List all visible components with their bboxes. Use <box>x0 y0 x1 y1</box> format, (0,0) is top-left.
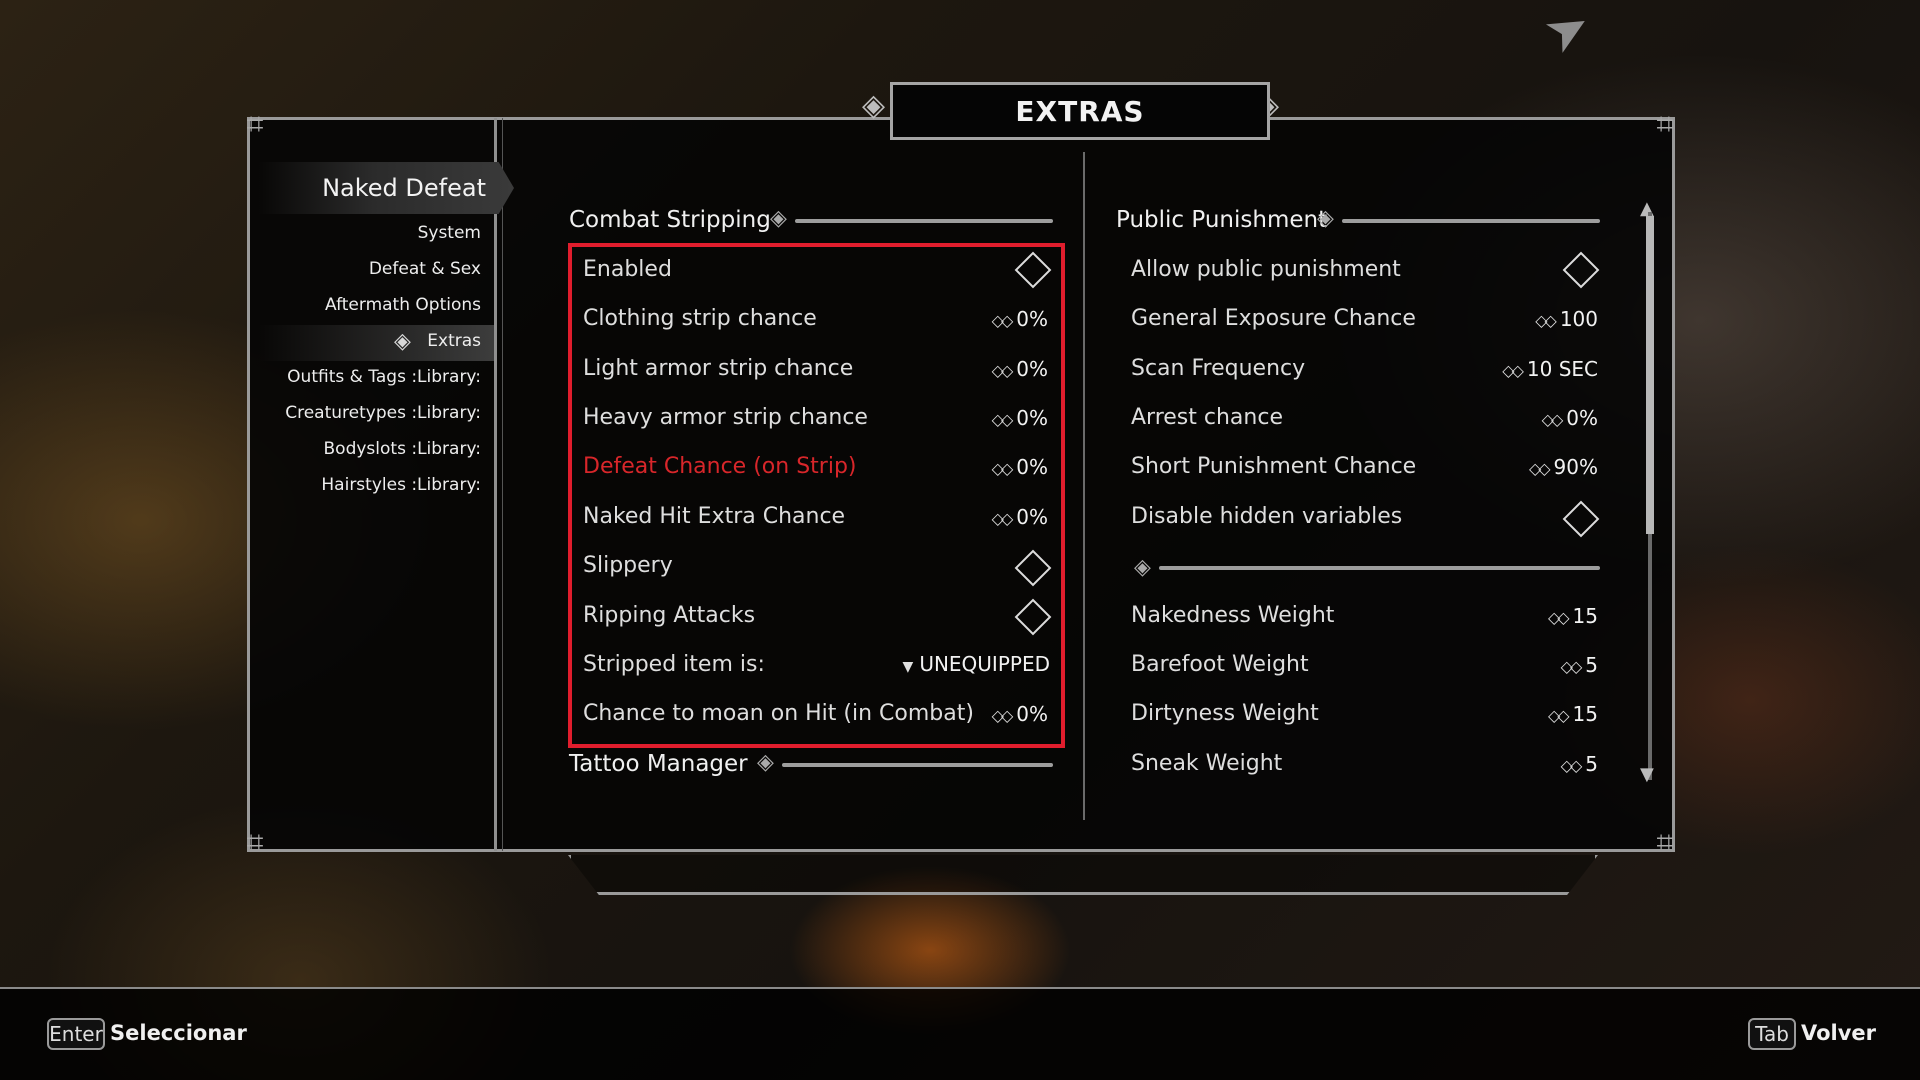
mod-name-banner[interactable]: Naked Defeat <box>258 162 514 214</box>
header-ornament-icon: ◈ <box>757 750 774 775</box>
slider-icon: ◇◇ <box>1560 756 1583 775</box>
header-ornament-icon: ◈ <box>770 206 787 231</box>
slider-icon: ◇◇ <box>1528 459 1551 478</box>
scroll-down-arrow-icon[interactable]: ▼ <box>1640 764 1654 785</box>
mod-name: Naked Defeat <box>322 174 486 202</box>
slider-icon: ◇◇ <box>991 706 1014 725</box>
option-slippery-label: Slippery <box>583 553 673 578</box>
sidebar-item-bodyslots[interactable]: Bodyslots :Library: <box>324 439 481 459</box>
sidebar-item-extras[interactable]: Extras <box>427 331 481 351</box>
option-heavy-armor-label: Heavy armor strip chance <box>583 405 868 430</box>
panel-bottom-tab <box>568 855 1598 895</box>
option-light-armor-label: Light armor strip chance <box>583 356 854 381</box>
slider-icon: ◇◇ <box>991 410 1014 429</box>
sidebar-item-outfits-tags[interactable]: Outfits & Tags :Library: <box>287 367 481 387</box>
sidebar-item-defeat-sex[interactable]: Defeat & Sex <box>369 259 481 279</box>
enter-key-icon[interactable]: Enter <box>47 1018 105 1050</box>
select-label[interactable]: Seleccionar <box>110 1021 247 1045</box>
option-sneak-weight-label: Sneak Weight <box>1131 751 1283 776</box>
option-arrest-chance-value[interactable]: ◇◇ 0% <box>1542 406 1598 430</box>
mouse-cursor-icon: ➤ <box>1533 0 1602 67</box>
sidebar-item-system[interactable]: System <box>418 223 481 243</box>
corner-ornament-icon: ⌗ <box>1656 107 1674 142</box>
sidebar-item-aftermath-options[interactable]: Aftermath Options <box>325 295 481 315</box>
title-ornament-left-icon: ◈ <box>862 88 886 123</box>
section-rule <box>782 763 1053 767</box>
bottom-button-bar <box>0 989 1920 1080</box>
option-barefoot-weight-value[interactable]: ◇◇ 5 <box>1561 653 1598 677</box>
option-dirtyness-weight-label: Dirtyness Weight <box>1131 701 1319 726</box>
option-general-exposure-value[interactable]: ◇◇ 100 <box>1535 307 1598 331</box>
corner-ornament-icon: ⌗ <box>246 107 264 142</box>
section-divider-rule <box>1159 566 1600 570</box>
option-arrest-chance-label: Arrest chance <box>1131 405 1283 430</box>
slider-icon: ◇◇ <box>1502 361 1524 380</box>
corner-ornament-icon: ⌗ <box>1656 825 1674 860</box>
scrollbar-thumb[interactable] <box>1646 216 1654 534</box>
option-dirtyness-weight-value[interactable]: ◇◇ 15 <box>1548 702 1598 726</box>
selected-page-icon: ◈ <box>394 329 411 354</box>
sidebar-item-creaturetypes[interactable]: Creaturetypes :Library: <box>285 403 481 423</box>
option-scan-frequency-label: Scan Frequency <box>1131 356 1306 381</box>
option-clothing-strip-label: Clothing strip chance <box>583 306 817 331</box>
slider-icon: ◇◇ <box>1541 410 1564 429</box>
section-header-public-punishment: Public Punishment <box>1116 207 1328 233</box>
sidebar-divider <box>494 118 497 851</box>
triangle-down-icon: ▼ <box>902 659 914 675</box>
option-stripped-item-label: Stripped item is: <box>583 652 765 677</box>
option-short-punishment-label: Short Punishment Chance <box>1131 454 1417 479</box>
option-nakedness-weight-value[interactable]: ◇◇ 15 <box>1548 604 1598 628</box>
section-rule <box>1342 219 1600 223</box>
slider-icon: ◇◇ <box>1535 311 1557 330</box>
slider-icon: ◇◇ <box>1547 608 1570 627</box>
slider-icon: ◇◇ <box>991 361 1014 380</box>
option-naked-hit-value[interactable]: ◇◇ 0% <box>992 505 1048 529</box>
page-title: EXTRAS <box>1015 94 1145 128</box>
option-naked-hit-label: Naked Hit Extra Chance <box>583 504 846 529</box>
option-defeat-chance-value[interactable]: ◇◇ 0% <box>992 455 1048 479</box>
option-allow-public-punishment-label: Allow public punishment <box>1131 257 1401 282</box>
page-title-box: EXTRAS <box>890 82 1270 140</box>
option-stripped-item-value[interactable]: ▼ UNEQUIPPED <box>903 652 1050 676</box>
header-ornament-icon: ◈ <box>1317 206 1334 231</box>
slider-icon: ◇◇ <box>991 509 1014 528</box>
section-rule <box>795 219 1053 223</box>
corner-ornament-icon: ⌗ <box>246 825 264 860</box>
header-ornament-icon: ◈ <box>1134 555 1151 580</box>
option-defeat-chance-label: Defeat Chance (on Strip) <box>583 454 857 479</box>
option-clothing-strip-value[interactable]: ◇◇ 0% <box>992 307 1048 331</box>
option-scan-frequency-value[interactable]: ◇◇ 10 SEC <box>1502 357 1598 381</box>
option-nakedness-weight-label: Nakedness Weight <box>1131 603 1335 628</box>
option-light-armor-value[interactable]: ◇◇ 0% <box>992 357 1048 381</box>
section-header-tattoo-manager: Tattoo Manager <box>569 751 748 777</box>
option-ripping-attacks-label: Ripping Attacks <box>583 603 756 628</box>
option-heavy-armor-value[interactable]: ◇◇ 0% <box>992 406 1048 430</box>
option-moan-chance-label: Chance to moan on Hit (in Combat) <box>583 701 974 726</box>
sidebar-divider-inner <box>502 118 503 851</box>
option-general-exposure-label: General Exposure Chance <box>1131 306 1416 331</box>
tab-key-icon[interactable]: Tab <box>1748 1018 1796 1050</box>
option-disable-hidden-variables-label: Disable hidden variables <box>1131 504 1403 529</box>
option-sneak-weight-value[interactable]: ◇◇ 5 <box>1561 752 1598 776</box>
slider-icon: ◇◇ <box>991 459 1014 478</box>
back-label[interactable]: Volver <box>1801 1021 1876 1045</box>
slider-icon: ◇◇ <box>1560 657 1583 676</box>
option-barefoot-weight-label: Barefoot Weight <box>1131 652 1309 677</box>
column-divider <box>1083 152 1085 820</box>
sidebar-item-hairstyles[interactable]: Hairstyles :Library: <box>321 475 481 495</box>
option-enabled-label: Enabled <box>583 257 672 282</box>
slider-icon: ◇◇ <box>991 311 1014 330</box>
option-moan-chance-value[interactable]: ◇◇ 0% <box>992 702 1048 726</box>
option-short-punishment-value[interactable]: ◇◇ 90% <box>1529 455 1598 479</box>
slider-icon: ◇◇ <box>1547 706 1570 725</box>
section-header-combat-stripping: Combat Stripping <box>569 207 771 233</box>
